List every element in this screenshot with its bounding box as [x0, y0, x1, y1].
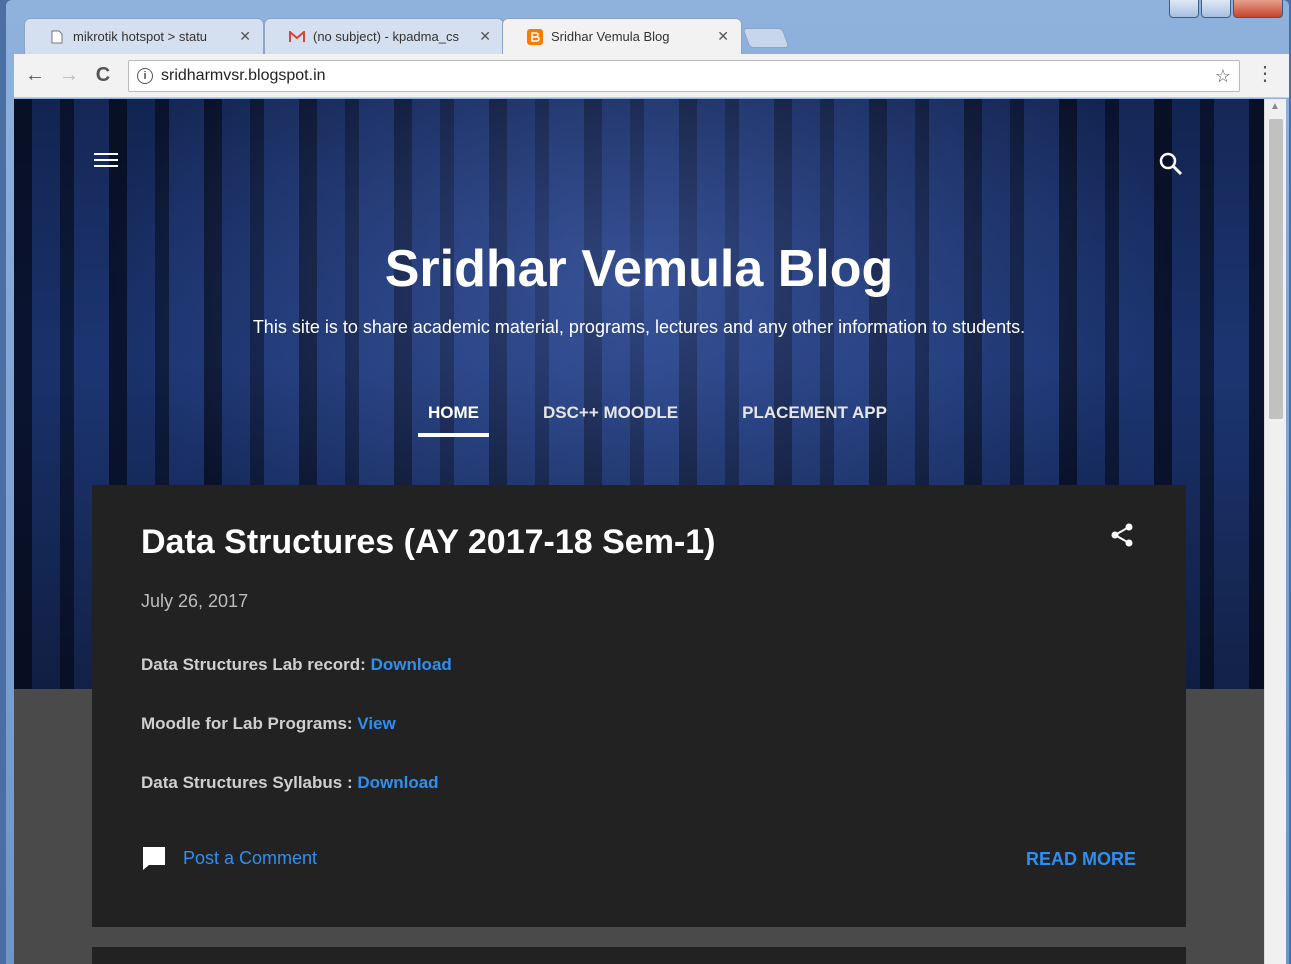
- bookmark-star-icon[interactable]: ☆: [1215, 66, 1231, 87]
- blog-nav: HOME DSC++ MOODLE PLACEMENT APP: [418, 401, 897, 437]
- scroll-up-icon[interactable]: ▲: [1270, 101, 1280, 112]
- share-icon[interactable]: [1108, 521, 1136, 549]
- page-scrollbar[interactable]: ▲: [1264, 99, 1286, 964]
- read-more-link[interactable]: READ MORE: [1026, 849, 1136, 870]
- close-window-button[interactable]: [1233, 0, 1283, 18]
- forward-button[interactable]: →: [54, 61, 84, 91]
- window-controls: [1169, 0, 1283, 18]
- nav-dsc-moodle[interactable]: DSC++ MOODLE: [533, 401, 688, 437]
- nav-home[interactable]: HOME: [418, 401, 489, 437]
- back-button[interactable]: ←: [20, 61, 50, 91]
- tab-title: Sridhar Vemula Blog: [551, 29, 670, 44]
- post-date: July 26, 2017: [141, 591, 249, 611]
- post-card: Data Structures (AY 2017-18 Sem-1) July …: [92, 485, 1186, 927]
- comment-icon: [143, 847, 165, 870]
- reload-button[interactable]: C: [88, 61, 118, 91]
- post-title[interactable]: Data Structures (AY 2017-18 Sem-1): [141, 523, 716, 562]
- tab-gmail[interactable]: (no subject) - kpadma_cs ✕: [264, 18, 504, 54]
- post-line-lab-record: Data Structures Lab record: Download: [141, 655, 452, 675]
- close-icon[interactable]: ✕: [717, 28, 729, 45]
- search-icon[interactable]: [1158, 151, 1184, 177]
- blogger-icon: [527, 28, 543, 45]
- line-text: Data Structures Lab record:: [141, 655, 371, 674]
- blog-description: This site is to share academic material,…: [252, 317, 1026, 337]
- tab-title: (no subject) - kpadma_cs: [313, 29, 459, 44]
- new-tab-button[interactable]: [742, 28, 790, 48]
- scroll-thumb[interactable]: [1269, 119, 1283, 419]
- url-text[interactable]: sridharmvsr.blogspot.in: [161, 67, 326, 85]
- tab-title: mikrotik hotspot > statu: [73, 29, 208, 44]
- download-lab-record-link[interactable]: Download: [371, 655, 452, 674]
- line-text: Moodle for Lab Programs:: [141, 714, 358, 733]
- info-icon[interactable]: i: [137, 68, 153, 84]
- blog-title[interactable]: Sridhar Vemula Blog: [14, 239, 1264, 299]
- page-icon: [49, 29, 65, 45]
- hamburger-menu-icon[interactable]: [94, 149, 118, 171]
- browser-menu-icon[interactable]: ⋮: [1255, 64, 1275, 84]
- tab-mikrotik[interactable]: mikrotik hotspot > statu ✕: [24, 18, 264, 54]
- post-line-syllabus: Data Structures Syllabus : Download: [141, 773, 439, 793]
- close-icon[interactable]: ✕: [479, 28, 491, 45]
- download-syllabus-link[interactable]: Download: [357, 773, 438, 792]
- restore-button[interactable]: [1201, 0, 1231, 18]
- browser-toolbar: ← → C i sridharmvsr.blogspot.in ☆ ⋮: [14, 54, 1289, 98]
- line-text: Data Structures Syllabus :: [141, 773, 358, 792]
- minimize-button[interactable]: [1169, 0, 1199, 18]
- close-icon[interactable]: ✕: [239, 28, 251, 45]
- nav-placement-app[interactable]: PLACEMENT APP: [732, 401, 897, 437]
- tab-sridhar-blog[interactable]: Sridhar Vemula Blog ✕: [502, 18, 742, 54]
- post-comment-button[interactable]: Post a Comment: [141, 845, 317, 871]
- post-line-moodle: Moodle for Lab Programs: View: [141, 714, 396, 734]
- post-comment-label[interactable]: Post a Comment: [183, 848, 317, 869]
- tab-strip: mikrotik hotspot > statu ✕ (no subject) …: [14, 18, 1014, 54]
- gmail-icon: [289, 29, 305, 45]
- page-viewport: Sridhar Vemula Blog This site is to shar…: [14, 99, 1264, 964]
- next-post-card: [92, 947, 1186, 964]
- view-moodle-link[interactable]: View: [357, 714, 395, 733]
- address-bar[interactable]: i sridharmvsr.blogspot.in ☆: [128, 60, 1240, 92]
